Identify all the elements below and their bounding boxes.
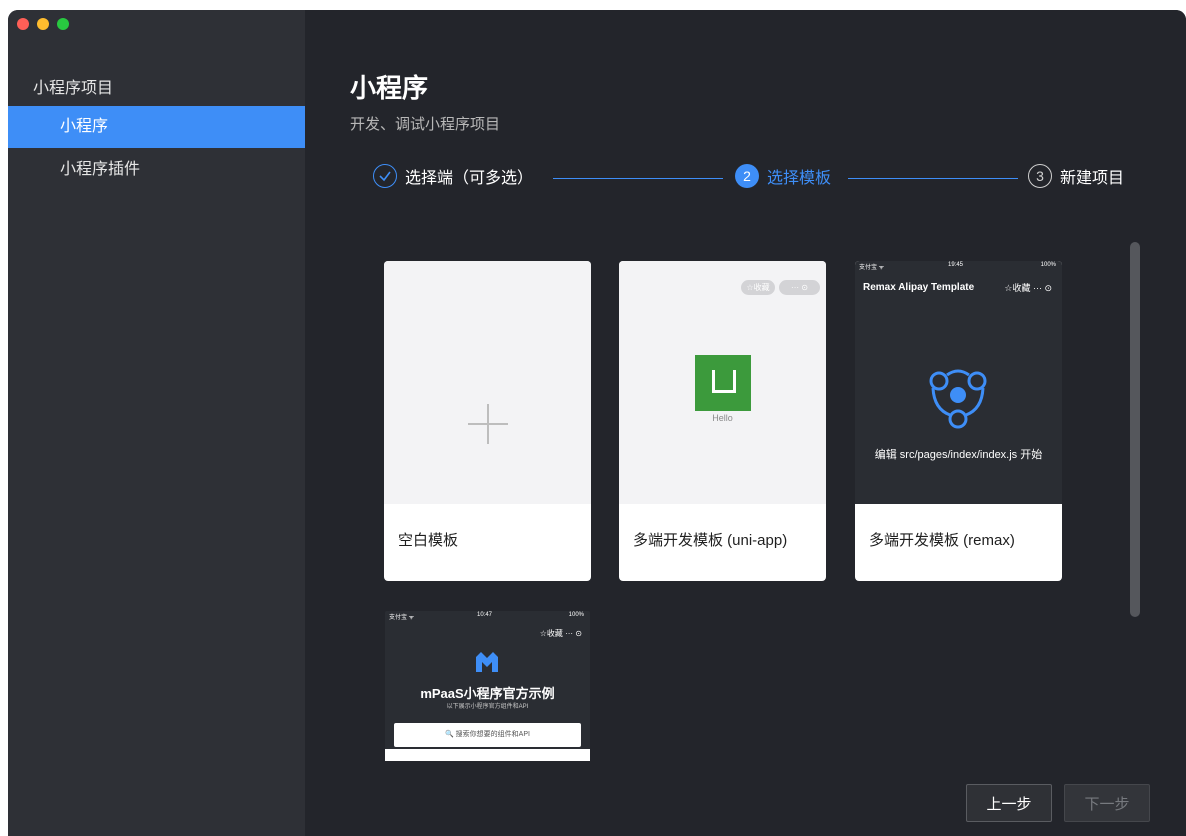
- preview-actions: ☆收藏 ··· ⊙: [1004, 283, 1052, 293]
- template-label: 空白模板: [398, 532, 459, 549]
- preview-title: mPaaS小程序官方示例: [420, 686, 555, 701]
- step-new-project[interactable]: 3 新建项目: [1028, 164, 1124, 188]
- template-preview: [384, 261, 591, 504]
- status-time: 10:47: [477, 612, 493, 618]
- status-battery: 100%: [568, 612, 584, 618]
- step-label: 选择模板: [767, 170, 832, 187]
- step-number: 3: [1028, 164, 1052, 188]
- sidebar-item-miniprogram[interactable]: 小程序: [8, 106, 305, 148]
- step-label: 新建项目: [1060, 170, 1125, 187]
- template-label: 多端开发模板 (uni-app): [633, 532, 788, 549]
- template-card-mpaas[interactable]: 支付宝 ᯤ 10:47 100% ☆收藏 ··· ⊙ mPaaS小程序官方示例 …: [385, 611, 590, 761]
- preview-hint: 编辑 src/pages/index/index.js 开始: [874, 449, 1043, 461]
- main-panel: 小程序 开发、调试小程序项目 选择端（可多选） 2 选择模板 3 新建项目 空白…: [305, 10, 1186, 836]
- minimize-window-button[interactable]: [37, 18, 49, 30]
- preview-title: Remax Alipay Template: [863, 282, 975, 293]
- sidebar: 小程序项目 小程序 小程序插件: [8, 10, 305, 836]
- step-connector: [848, 178, 1018, 179]
- close-window-button[interactable]: [17, 18, 29, 30]
- favorite-pill: ☆收藏: [741, 280, 775, 295]
- more-pill: ··· ⊙: [779, 280, 820, 295]
- template-label: 多端开发模板 (remax): [869, 532, 1015, 549]
- step-select-platform[interactable]: 选择端（可多选）: [373, 164, 533, 188]
- template-card-blank[interactable]: 空白模板: [384, 261, 591, 581]
- mpaas-logo-icon: [476, 652, 498, 672]
- sidebar-item-plugin[interactable]: 小程序插件: [8, 149, 305, 191]
- preview-footer: [385, 749, 590, 761]
- maximize-window-button[interactable]: [57, 18, 69, 30]
- step-label: 选择端（可多选）: [405, 170, 534, 187]
- status-carrier: 支付宝 ᯤ: [859, 265, 885, 271]
- template-card-uniapp[interactable]: ☆收藏 ··· ⊙ Hello 多端开发模板 (uni-app): [619, 261, 826, 581]
- status-time: 19:45: [948, 262, 964, 268]
- template-preview: 支付宝 ᯤ 19:45 100% Remax Alipay Template ☆…: [855, 261, 1062, 504]
- status-battery: 100%: [1040, 262, 1056, 268]
- sidebar-section-title: 小程序项目: [33, 80, 114, 97]
- plus-icon: [487, 404, 489, 444]
- template-preview: ☆收藏 ··· ⊙ Hello: [619, 261, 826, 504]
- scrollbar[interactable]: [1130, 242, 1140, 617]
- app-window: 小程序项目 小程序 小程序插件 小程序 开发、调试小程序项目 选择端（可多选） …: [8, 10, 1186, 836]
- page-title: 小程序: [350, 73, 429, 103]
- stepper: 选择端（可多选） 2 选择模板 3 新建项目: [373, 164, 1143, 194]
- preview-actions: ☆收藏 ··· ⊙: [539, 629, 582, 638]
- preview-search: 🔍 搜索你想要的组件和API: [394, 723, 581, 747]
- step-select-template[interactable]: 2 选择模板: [735, 164, 831, 188]
- next-step-button[interactable]: 下一步: [1064, 784, 1150, 822]
- step-number: 2: [735, 164, 759, 188]
- preview-subtitle: 以下展示小程序官方组件和API: [446, 704, 529, 710]
- status-carrier: 支付宝 ᯤ: [389, 615, 415, 621]
- step-connector: [553, 178, 723, 179]
- prev-step-button[interactable]: 上一步: [966, 784, 1052, 822]
- page-subtitle: 开发、调试小程序项目: [350, 116, 501, 133]
- window-controls: [17, 18, 69, 30]
- remax-logo-icon: [929, 369, 987, 429]
- preview-text: Hello: [712, 413, 733, 423]
- uniapp-logo-icon: [695, 355, 751, 411]
- template-card-remax[interactable]: 支付宝 ᯤ 19:45 100% Remax Alipay Template ☆…: [855, 261, 1062, 581]
- check-icon: [373, 164, 397, 188]
